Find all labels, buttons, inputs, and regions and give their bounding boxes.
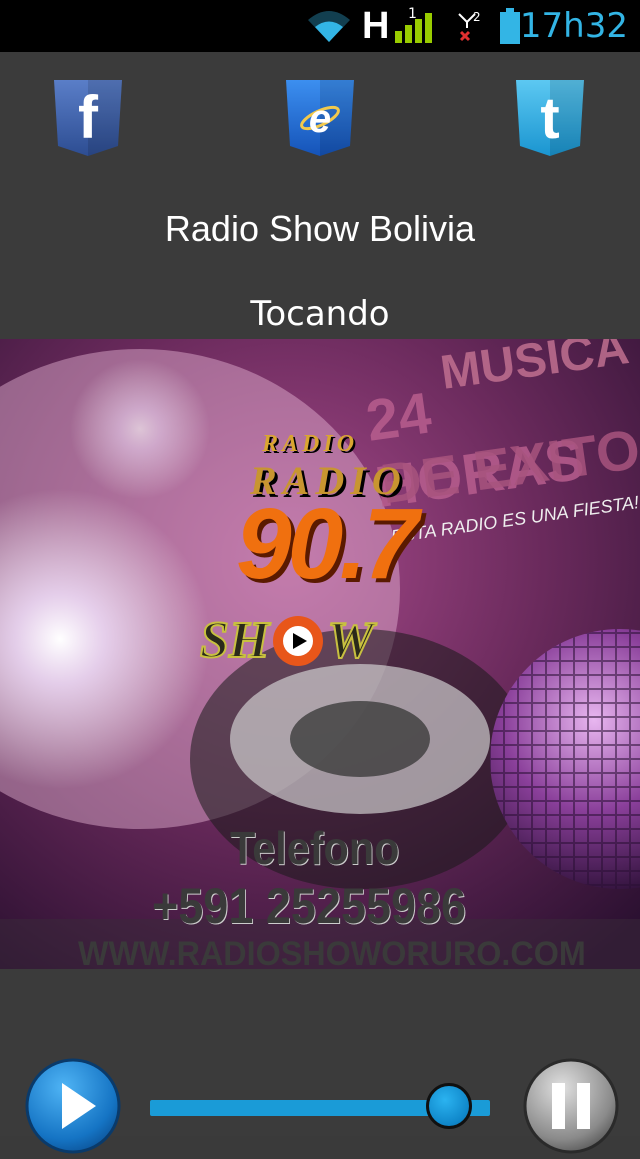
svg-text:f: f	[78, 84, 99, 151]
play-button[interactable]	[24, 1057, 122, 1155]
play-logo-icon	[273, 615, 324, 666]
playing-status: Tocando	[250, 294, 390, 334]
twitter-button[interactable]: t	[514, 80, 586, 156]
app-screen: f e t Radio Show Bolivia Tocando MUSICA …	[0, 52, 640, 1154]
logo-show-start: SH	[199, 611, 270, 670]
volume-slider-thumb[interactable]	[426, 1083, 472, 1129]
pause-icon	[523, 1058, 619, 1154]
twitter-icon: t	[516, 80, 584, 156]
player-controls	[0, 969, 640, 1154]
logo-show-end: W	[326, 611, 374, 670]
phone-label: Telefono	[230, 822, 400, 874]
wifi-icon	[306, 0, 352, 52]
website-text: WWW.RADIOSHOWORURO.COM	[78, 935, 586, 969]
svg-text:e: e	[309, 97, 331, 141]
sim2-label: 2	[473, 10, 481, 24]
play-icon	[25, 1058, 121, 1154]
logo-show: SH W	[199, 611, 375, 670]
logo-radio-small: RADIO	[262, 431, 359, 457]
sim2-no-signal-icon: 2	[455, 0, 481, 52]
facebook-button[interactable]: f	[52, 80, 124, 156]
logo-frequency: 90.7	[236, 488, 419, 600]
clock: 17h32	[519, 6, 628, 46]
station-cover-art: MUSICA 24 HORAS DE EXITOS ESTA RADIO ES …	[0, 339, 640, 969]
svg-text:t: t	[540, 86, 559, 151]
status-bar: H 1 2 17h32	[0, 0, 640, 52]
phone-number: +591 25255986	[152, 878, 467, 934]
pause-button[interactable]	[522, 1057, 620, 1155]
sim1-label: 1	[408, 6, 417, 22]
signal-h-icon: H	[362, 0, 442, 52]
facebook-icon: f	[54, 80, 122, 156]
internet-explorer-icon: e	[286, 80, 354, 156]
station-title: Radio Show Bolivia	[164, 208, 476, 249]
website-button[interactable]: e	[284, 80, 356, 156]
